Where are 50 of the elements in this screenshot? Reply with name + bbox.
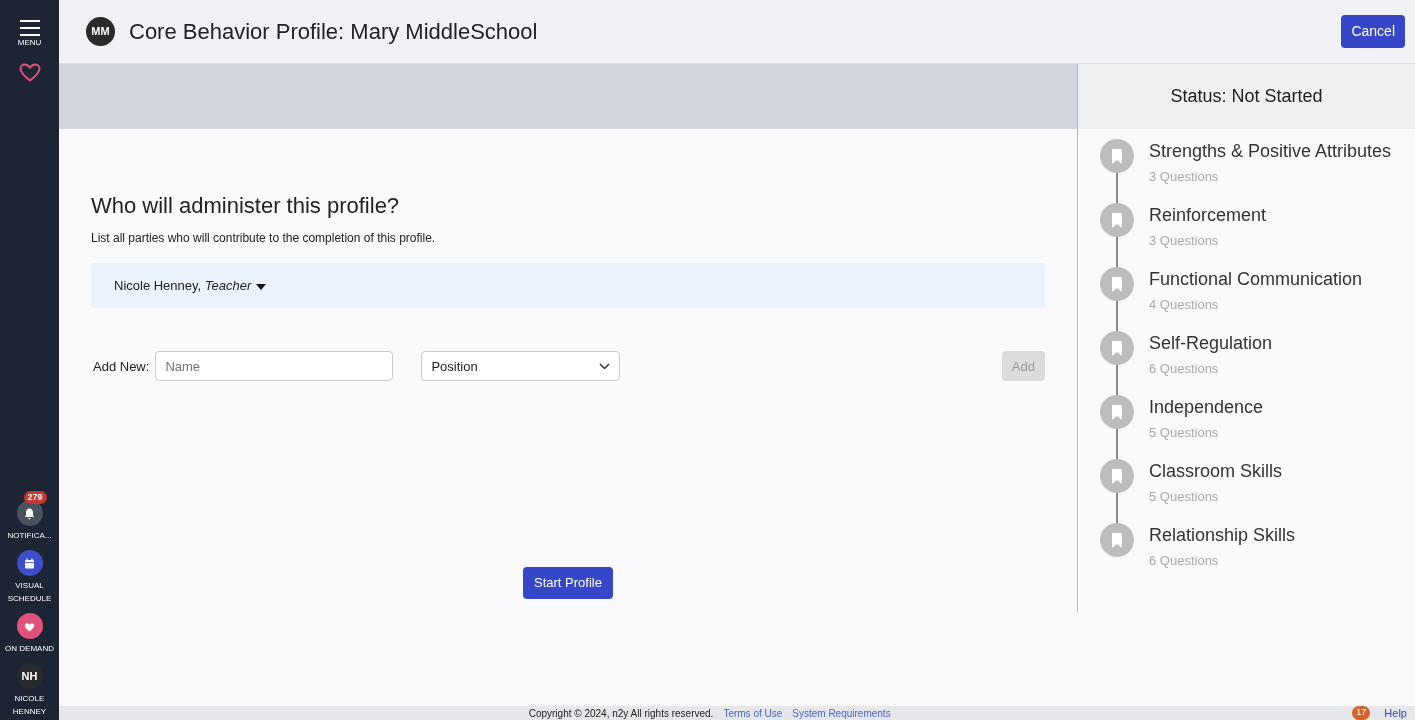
bookmark-icon bbox=[1111, 340, 1123, 356]
chevron-icon bbox=[599, 362, 611, 370]
form-description: List all parties who will contribute to the completion of this profile. bbox=[91, 230, 437, 248]
bookmark-icon bbox=[1111, 532, 1123, 548]
question-count: 6 Questions bbox=[1149, 552, 1220, 570]
start-profile-button[interactable]: Start Profile bbox=[523, 567, 613, 599]
question-count: 5 Questions bbox=[1149, 488, 1220, 506]
calendar-icon[interactable] bbox=[23, 556, 36, 570]
section-title[interactable]: Self-Regulation bbox=[1149, 332, 1273, 354]
section-title[interactable]: Classroom Skills bbox=[1149, 460, 1283, 482]
form-heading: Who will administer this profile? bbox=[91, 193, 401, 220]
status-heading: Status: Not Started bbox=[1078, 64, 1415, 129]
nav-label[interactable]: NOTIFICA... bbox=[1, 529, 58, 542]
question-count: 3 Questions bbox=[1149, 168, 1220, 186]
question-count: 4 Questions bbox=[1149, 296, 1220, 314]
name-field[interactable]: Name bbox=[155, 351, 394, 382]
add-new-label: Add New: bbox=[93, 357, 150, 376]
question-count: 3 Questions bbox=[1149, 232, 1220, 250]
help-badge: 17 bbox=[1352, 706, 1371, 720]
page-title: Core Behavior Profile: Mary MiddleSchool bbox=[129, 18, 538, 46]
copyright-text: Copyright © 2024, n2y All rights reserved. bbox=[528, 706, 714, 720]
cancel-button[interactable]: Cancel bbox=[1341, 15, 1405, 48]
heart-icon[interactable] bbox=[18, 63, 41, 82]
menu-label: MENU bbox=[17, 37, 42, 49]
bookmark-icon bbox=[1111, 404, 1123, 420]
bookmark-icon bbox=[1111, 468, 1123, 484]
student-avatar: MM bbox=[86, 17, 115, 46]
bookmark-icon bbox=[1111, 148, 1123, 164]
question-count: 6 Questions bbox=[1149, 360, 1220, 378]
position-dropdown[interactable]: Position bbox=[421, 351, 621, 382]
caret-icon[interactable] bbox=[256, 284, 267, 291]
section-title[interactable]: Strengths & Positive Attributes bbox=[1149, 140, 1392, 162]
section-title[interactable]: Independence bbox=[1149, 396, 1264, 418]
section-title[interactable]: Functional Communication bbox=[1149, 268, 1363, 290]
section-title[interactable]: Reinforcement bbox=[1149, 204, 1267, 226]
footer-link[interactable]: Terms of Use bbox=[723, 705, 783, 720]
section-title[interactable]: Relationship Skills bbox=[1149, 524, 1296, 546]
question-count: 5 Questions bbox=[1149, 424, 1220, 442]
bookmark-icon bbox=[1111, 212, 1123, 228]
user-avatar[interactable]: NH bbox=[16, 663, 43, 689]
administrator-name[interactable]: Nicole Henney, Teacher bbox=[114, 276, 252, 296]
notification-badge: 279 bbox=[23, 491, 47, 504]
nav-label[interactable]: NICOLE HENNEY bbox=[1, 692, 58, 718]
menu-icon[interactable] bbox=[19, 20, 40, 36]
footer-link[interactable]: System Requirements bbox=[792, 705, 891, 720]
nav-label[interactable]: ON DEMAND bbox=[1, 642, 58, 655]
bell-icon[interactable] bbox=[23, 506, 36, 520]
nav-label[interactable]: VISUAL SCHEDULE bbox=[1, 579, 58, 605]
help-link[interactable]: Help bbox=[1384, 704, 1407, 720]
bookmark-icon bbox=[1111, 276, 1123, 292]
